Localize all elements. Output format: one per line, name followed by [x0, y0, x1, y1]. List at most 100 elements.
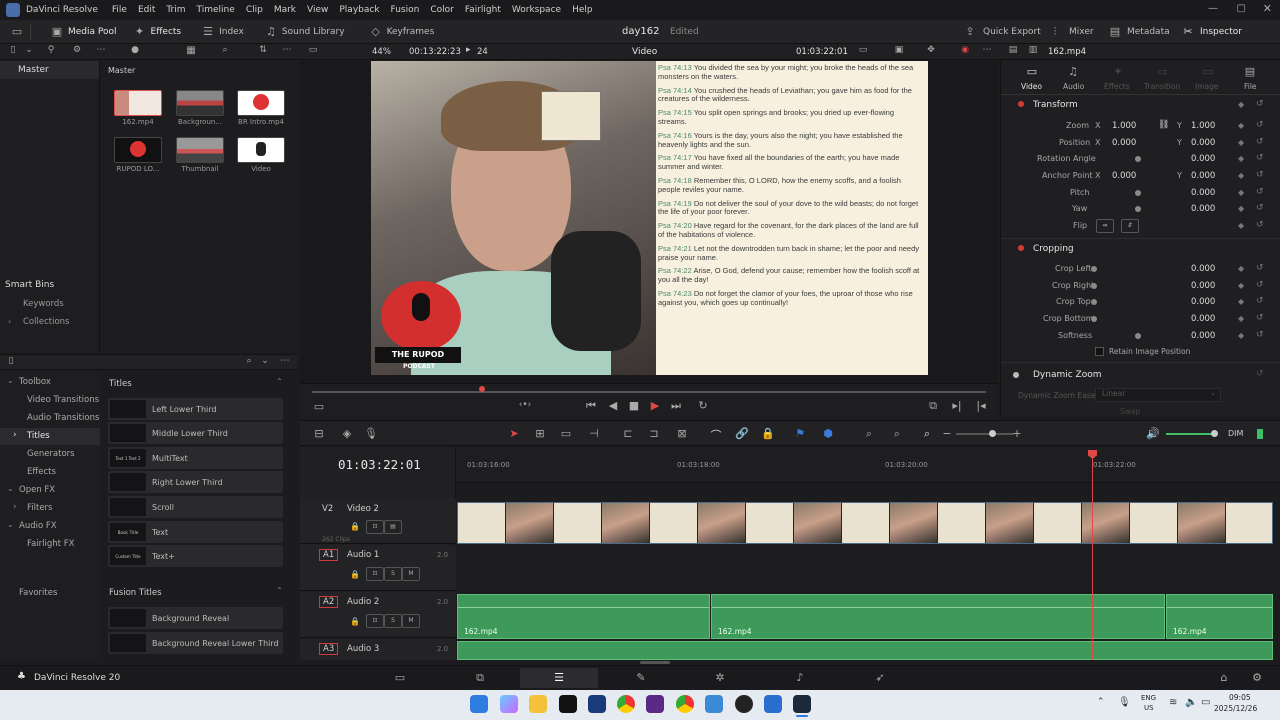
file-explorer-icon[interactable] [529, 695, 547, 713]
track-name[interactable]: Video 2 [347, 504, 379, 514]
clip-thumbnail[interactable] [237, 137, 285, 163]
crop-bottom-field[interactable]: 0.000 [1191, 314, 1215, 324]
menu-file[interactable]: File [112, 5, 127, 15]
pitch-slider[interactable] [1135, 190, 1141, 196]
page-fairlight-icon[interactable]: ♪ [793, 671, 807, 684]
viewer-frame[interactable]: THE RUPOD PODCAST Psa 74:13 You divided … [371, 61, 928, 375]
resolve-taskbar-icon[interactable] [793, 695, 811, 713]
page-color-icon[interactable]: ✲ [713, 671, 727, 684]
index-icon[interactable]: ☰ [201, 25, 215, 38]
copilot-icon[interactable] [500, 695, 518, 713]
menu-workspace[interactable]: Workspace [512, 5, 561, 15]
clock-time[interactable]: 09:05 [1229, 693, 1251, 702]
keyframe-icon[interactable]: ◆ [1238, 188, 1244, 197]
tree-filters[interactable]: Filters [27, 503, 52, 513]
media-pool-button[interactable]: Media Pool [68, 27, 117, 37]
tab-audio[interactable]: Audio [1063, 82, 1084, 91]
tree-effects[interactable]: Effects [27, 467, 56, 477]
chevron-down-icon[interactable]: ⌄ [7, 376, 14, 385]
snapping-icon[interactable]: ⌒ [709, 427, 723, 443]
panel-toggle-icon[interactable]: ▯ [6, 45, 20, 55]
transform-enable-dot[interactable] [1018, 101, 1024, 107]
volume-knob[interactable] [1211, 430, 1218, 437]
tree-video-transitions[interactable]: Video Transitions [27, 395, 99, 405]
zoom-in-icon[interactable]: + [1010, 427, 1024, 440]
close-icon[interactable]: ✕ [1263, 2, 1272, 15]
tree-audio-transitions[interactable]: Audio Transitions [27, 413, 99, 423]
reset-icon[interactable]: ↺ [1256, 120, 1264, 130]
chevron-up-icon[interactable]: ⌃ [1097, 697, 1105, 707]
title-item[interactable]: Scroll [108, 496, 283, 518]
video-clip-track[interactable] [457, 502, 1273, 544]
smart-bin-keywords[interactable]: Keywords [23, 299, 64, 309]
app-icon[interactable] [764, 695, 782, 713]
flip-horizontal-icon[interactable]: ⇹ [1096, 219, 1114, 233]
title-item[interactable]: Text 1 Text 2 MultiText [108, 447, 283, 469]
tree-audio-fx[interactable]: Audio FX [19, 521, 57, 531]
reset-icon[interactable]: ↺ [1256, 153, 1264, 163]
timeline-playhead[interactable] [1092, 450, 1093, 660]
zoom-y-field[interactable]: 1.000 [1191, 121, 1215, 131]
sound-library-icon[interactable]: ♫ [264, 25, 278, 38]
viewer-mode-icon[interactable]: ▭ [856, 45, 870, 55]
menu-edit[interactable]: Edit [138, 5, 155, 15]
prev-edit-icon[interactable]: |◂ [974, 399, 988, 412]
maximize-icon[interactable]: ▢ [1237, 3, 1246, 14]
audio-clip-a3[interactable] [457, 641, 1273, 660]
viewer-size-icon[interactable]: ▣ [892, 45, 906, 55]
zoom-x-field[interactable]: 1.000 [1112, 121, 1136, 131]
page-fusion-icon[interactable]: ✎ [634, 671, 648, 684]
title-item[interactable]: Basic Title Text [108, 521, 283, 543]
volume-icon[interactable]: 🔊 [1146, 427, 1160, 440]
safe-area-icon[interactable]: ▭ [312, 400, 326, 413]
mixer-icon[interactable]: ⫶ [1048, 25, 1062, 39]
reset-icon[interactable]: ↺ [1256, 137, 1264, 147]
transform-header[interactable]: Transform [1033, 100, 1078, 110]
menu-fairlight[interactable]: Fairlight [465, 5, 501, 15]
replace-clip-icon[interactable]: ⊠ [675, 427, 689, 440]
bin-master[interactable]: Master [0, 61, 99, 79]
pitch-field[interactable]: 0.000 [1191, 188, 1215, 198]
region-code[interactable]: US [1144, 704, 1154, 712]
clip-thumbnail[interactable] [114, 90, 162, 116]
tree-open-fx[interactable]: Open FX [19, 485, 55, 495]
title-item[interactable]: Custom Title Text+ [108, 545, 283, 567]
keyframe-icon[interactable]: ◆ [1238, 297, 1244, 306]
keyframe-icon[interactable]: ◆ [1238, 154, 1244, 163]
index-button[interactable]: Index [219, 27, 244, 37]
linked-selection-icon[interactable]: 🔗 [735, 427, 749, 440]
track-name[interactable]: Audio 2 [347, 597, 379, 607]
dropdown-icon[interactable]: ⌄ [22, 45, 36, 55]
lock-icon[interactable]: 🔒 [761, 427, 775, 440]
crop-left-slider[interactable] [1091, 266, 1097, 272]
page-media-icon[interactable]: ▭ [393, 671, 407, 684]
track-name[interactable]: Audio 3 [347, 644, 379, 654]
audio-meter-icon[interactable]: 🎙 [364, 427, 378, 440]
app-icon[interactable] [588, 695, 606, 713]
wifi-icon[interactable]: ≋ [1169, 697, 1177, 708]
play-icon[interactable]: ▶ [648, 399, 662, 412]
dz-ease-select[interactable]: Linear ⌄ [1095, 388, 1221, 402]
mic-icon[interactable]: 🎙 [1118, 697, 1131, 708]
crop-left-field[interactable]: 0.000 [1191, 264, 1215, 274]
more-icon[interactable]: ⋯ [278, 356, 292, 366]
bin-icon[interactable]: ⚙ [70, 45, 84, 55]
solo-button[interactable]: S [384, 614, 402, 628]
stop-icon[interactable]: ■ [627, 399, 641, 412]
timeline-zoom-icon[interactable]: ◈ [340, 427, 354, 440]
menu-help[interactable]: Help [572, 5, 593, 15]
lock-icon[interactable]: 🔒 [350, 617, 360, 626]
keyframe-icon[interactable]: ◆ [1238, 314, 1244, 323]
chevron-right-icon[interactable]: › [13, 502, 17, 512]
audio-tab-icon[interactable]: ♫ [1066, 65, 1080, 78]
reset-icon[interactable]: ↺ [1256, 263, 1264, 273]
selection-tool-icon[interactable]: ➤ [507, 427, 521, 440]
reset-icon[interactable]: ↺ [1256, 280, 1264, 290]
keyframe-icon[interactable]: ◆ [1238, 138, 1244, 147]
reset-icon[interactable]: ↺ [1256, 220, 1264, 230]
position-y-field[interactable]: 0.000 [1191, 138, 1215, 148]
trim-tool-icon[interactable]: ⊞ [533, 427, 547, 440]
marker-icon[interactable]: ⬢ [821, 427, 835, 440]
sort-icon[interactable]: ⇅ [256, 45, 270, 55]
video-tab-icon[interactable]: ▭ [1025, 65, 1039, 78]
